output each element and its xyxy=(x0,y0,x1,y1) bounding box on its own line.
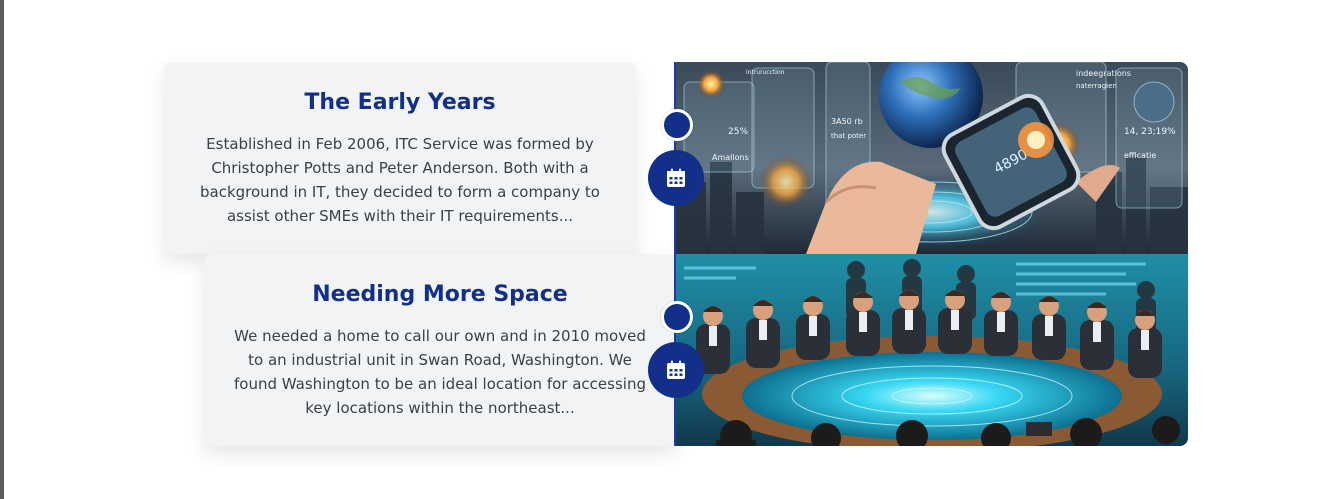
image-text-stats: 14, 23;19% xyxy=(1124,127,1176,137)
timeline-title: Needing More Space xyxy=(312,282,568,307)
timeline-dot xyxy=(661,301,693,333)
timeline-card-needing-more-space: Needing More Space We needed a home to c… xyxy=(204,254,676,446)
calendar-icon xyxy=(648,342,704,398)
image-text-poter: that poter xyxy=(831,132,866,140)
image-text-percent: 25% xyxy=(728,127,748,137)
image-text-efficatie: efficatie xyxy=(1124,151,1156,160)
calendar-icon xyxy=(648,150,704,206)
early-years-image: 4890 25% Amallons 3A50 rb that poter ind… xyxy=(676,62,1188,254)
window-edge xyxy=(0,0,4,499)
image-text-indeegrations: indeegrations xyxy=(1076,69,1131,78)
timeline-description: Established in Feb 2006, ITC Service was… xyxy=(199,135,600,225)
timeline-description: We needed a home to call our own and in … xyxy=(234,327,646,417)
image-text-3a50: 3A50 rb xyxy=(831,117,863,126)
timeline-dot xyxy=(661,109,693,141)
timeline-card-early-years: The Early Years Established in Feb 2006,… xyxy=(164,62,636,254)
image-text-amallons: Amallons xyxy=(712,153,749,162)
image-text-naterragien: naterragien xyxy=(1076,82,1117,90)
timeline-title: The Early Years xyxy=(304,90,496,115)
needing-more-space-image xyxy=(676,254,1188,446)
image-text-intrurucction: intrurucction xyxy=(746,69,785,76)
